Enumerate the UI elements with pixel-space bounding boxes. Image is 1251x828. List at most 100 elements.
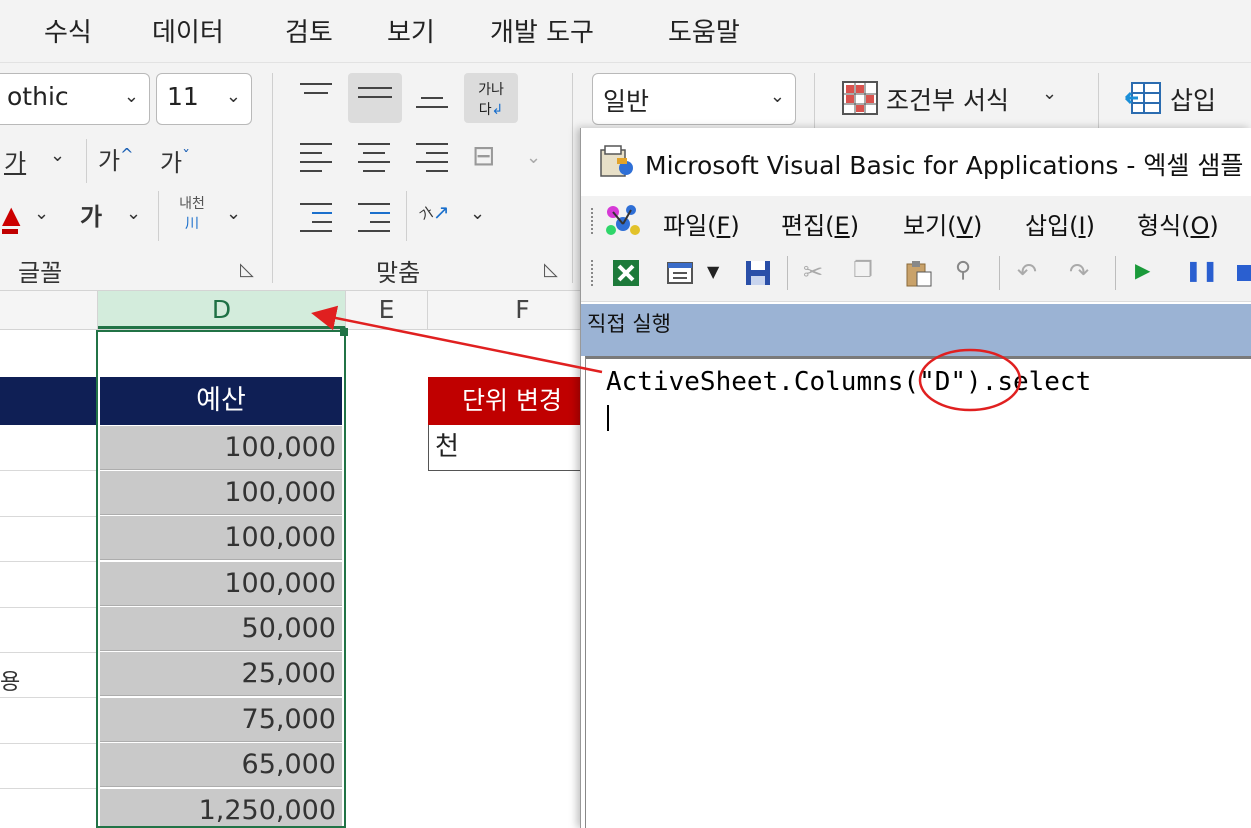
vba-menu-view[interactable]: 보기(V)	[903, 206, 982, 241]
tab-developer[interactable]: 개발 도구	[490, 12, 594, 49]
dropdown-arrow-icon[interactable]: ▼	[707, 262, 719, 281]
conditional-format-button[interactable]: 조건부 서식	[886, 81, 1009, 117]
save-icon[interactable]	[743, 258, 773, 288]
increase-indent-icon[interactable]	[358, 203, 390, 239]
ribbon-tab-bar: 수식 데이터 검토 보기 개발 도구 도움말	[0, 0, 1251, 62]
decrease-indent-icon[interactable]	[300, 203, 332, 239]
toolbar-grip[interactable]	[591, 260, 595, 286]
vba-project-icon	[603, 202, 643, 238]
vba-window-title: Microsoft Visual Basic for Applications …	[645, 151, 1244, 180]
align-top-icon[interactable]	[300, 83, 332, 110]
copy-icon[interactable]: ❐	[853, 258, 883, 288]
merge-center-icon[interactable]: ⊟	[472, 139, 495, 172]
separator	[1098, 73, 1099, 133]
separator	[787, 256, 788, 290]
align-center-icon[interactable]	[358, 143, 390, 179]
font-name-select[interactable]: othic ⌄	[0, 73, 150, 125]
conditional-format-icon[interactable]	[842, 81, 878, 115]
vba-menu-edit[interactable]: 편집(E)	[781, 206, 859, 241]
partial-cell-text[interactable]: 용	[0, 664, 20, 696]
chevron-down-icon[interactable]: ⌄	[50, 145, 65, 166]
diagonal-arrow-icon: ↗	[432, 200, 450, 224]
font-color-icon[interactable]: ▲	[2, 201, 20, 229]
table-header-cell[interactable]	[0, 377, 96, 425]
bold-label: 가	[80, 203, 103, 231]
chevron-down-icon[interactable]: ⌄	[1042, 83, 1057, 104]
grow-font-button[interactable]: 가^	[98, 141, 134, 176]
chevron-down-icon[interactable]: ⌄	[470, 203, 485, 224]
font-color-swatch	[2, 229, 18, 234]
insert-module-icon[interactable]	[665, 258, 695, 288]
shrink-font-button[interactable]: 가ˇ	[160, 143, 190, 178]
column-header-e[interactable]: E	[346, 291, 428, 329]
separator	[1115, 256, 1116, 290]
wrap-text-label-bottom: 다↲	[478, 102, 504, 118]
tab-view[interactable]: 보기	[387, 12, 435, 49]
vba-title-bar[interactable]: Microsoft Visual Basic for Applications …	[581, 128, 1251, 196]
pause-icon[interactable]: ❚❚	[1185, 258, 1219, 288]
toolbar-grip[interactable]	[591, 208, 595, 234]
vba-menu-bar: 파일(F) 편집(E) 보기(V) 삽입(I) 형식(O)	[581, 196, 1251, 244]
separator	[406, 191, 407, 241]
row-divider	[0, 652, 96, 653]
font-group-label: 글꼴	[18, 259, 63, 287]
grow-font-label: 가	[98, 147, 121, 175]
find-icon[interactable]: ⚲	[955, 258, 985, 288]
bold-button[interactable]: 가	[80, 197, 102, 232]
separator	[272, 73, 273, 283]
font-dialog-launcher-icon[interactable]: ◺	[240, 259, 254, 280]
fill-handle[interactable]	[340, 328, 348, 336]
chevron-down-icon[interactable]: ⌄	[526, 147, 541, 168]
run-icon[interactable]: ▶	[1135, 258, 1165, 288]
tab-formulas[interactable]: 수식	[44, 12, 92, 49]
cut-icon[interactable]: ✂	[803, 258, 833, 288]
font-size-value: 11	[167, 82, 199, 111]
paste-icon[interactable]	[903, 258, 933, 288]
vba-editor-window[interactable]: Microsoft Visual Basic for Applications …	[580, 128, 1251, 828]
excel-view-icon[interactable]	[611, 258, 641, 288]
underline-button[interactable]: 가	[4, 143, 26, 178]
vba-menu-file[interactable]: 파일(F)	[663, 206, 740, 241]
phonetic-sub: 川	[185, 216, 199, 232]
tab-help[interactable]: 도움말	[668, 12, 740, 49]
row-divider	[0, 697, 96, 698]
row-divider	[0, 743, 96, 744]
separator	[86, 139, 87, 183]
tab-data[interactable]: 데이터	[152, 12, 224, 49]
number-format-value: 일반	[603, 87, 650, 116]
code-line: ActiveSheet.Columns("D").select	[606, 367, 1092, 397]
reset-icon[interactable]	[1235, 258, 1251, 288]
chevron-down-icon[interactable]: ⌄	[34, 203, 49, 224]
separator	[999, 256, 1000, 290]
redo-icon[interactable]: ↷	[1069, 258, 1099, 288]
shrink-font-label: 가	[160, 149, 183, 177]
align-bottom-icon[interactable]	[416, 97, 448, 115]
wrap-arrow-icon: ↲	[491, 102, 504, 118]
align-left-icon[interactable]	[300, 143, 332, 179]
column-header-c[interactable]	[0, 291, 98, 329]
undo-icon[interactable]: ↶	[1017, 258, 1047, 288]
chevron-down-icon[interactable]: ⌄	[226, 203, 241, 224]
unit-value-cell[interactable]: 천	[428, 425, 590, 471]
immediate-window-titlebar[interactable]: 직접 실행	[581, 304, 1251, 356]
tab-review[interactable]: 검토	[285, 12, 333, 49]
column-header-d[interactable]: D	[98, 291, 346, 329]
font-size-select[interactable]: 11 ⌄	[156, 73, 252, 125]
phonetic-button[interactable]: 내천 川	[170, 193, 214, 233]
vba-menu-format[interactable]: 형식(O)	[1137, 206, 1219, 241]
wrap-text-button[interactable]: 가나 다↲	[464, 73, 518, 123]
vba-menu-insert[interactable]: 삽입(I)	[1025, 206, 1095, 241]
immediate-window-code[interactable]: ActiveSheet.Columns("D").select	[585, 356, 1251, 828]
unit-change-header[interactable]: 단위 변경	[428, 377, 590, 425]
vba-toolbar: ▼ ✂ ❐ ⚲ ↶ ↷ ▶ ❚❚	[581, 244, 1251, 302]
insert-cells-icon[interactable]	[1124, 81, 1162, 115]
chevron-down-icon[interactable]: ⌄	[126, 203, 141, 224]
align-middle-icon[interactable]	[348, 73, 402, 123]
align-right-icon[interactable]	[416, 143, 448, 179]
alignment-dialog-launcher-icon[interactable]: ◺	[544, 259, 558, 280]
chevron-down-icon: ⌄	[769, 86, 785, 107]
orientation-button[interactable]: 가↗	[417, 197, 450, 225]
insert-button[interactable]: 삽입	[1170, 81, 1216, 117]
number-format-select[interactable]: 일반 ⌄	[592, 73, 796, 125]
worksheet-grid[interactable]: 예산 용 100,000 100,000 100,000 100,000 50,…	[0, 328, 590, 828]
